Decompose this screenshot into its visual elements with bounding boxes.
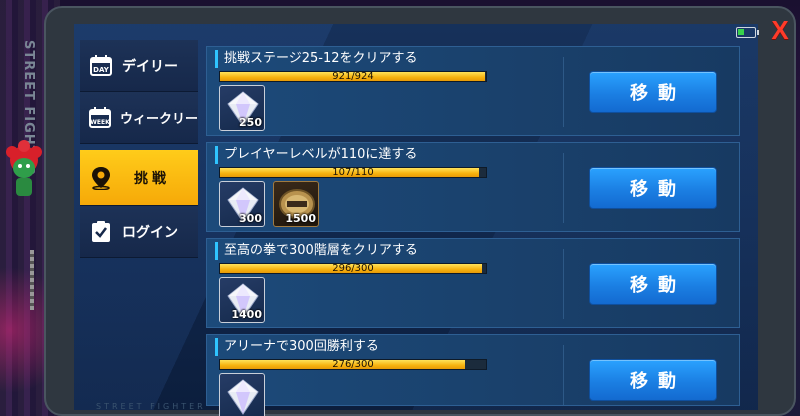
tab-weekly-label: ウィークリー xyxy=(119,112,198,127)
progress-text: 296/300 xyxy=(332,263,374,274)
tab-weekly[interactable]: WEEK ウィークリー xyxy=(80,92,198,144)
reward-battle-ticket[interactable]: 1500 xyxy=(273,181,319,227)
reward-diamond[interactable]: 250 xyxy=(219,85,265,131)
move-button[interactable]: 移動 xyxy=(589,167,717,209)
progress-text: 276/300 xyxy=(332,359,374,370)
row-divider xyxy=(563,345,564,405)
tab-challenge[interactable]: 挑戦 xyxy=(80,150,198,206)
progress-bar: 276/300 xyxy=(219,359,487,370)
mission-row: プレイヤーレベルが110に達する 107/110 300 1500 移動 xyxy=(206,142,740,232)
keychain xyxy=(30,250,34,310)
background-glow xyxy=(0,250,50,410)
tab-login-label: ログイン xyxy=(122,224,178,241)
reward-qty: 300 xyxy=(239,212,262,225)
reward-diamond[interactable]: 300 xyxy=(219,181,265,227)
progress-bar: 921/924 xyxy=(219,71,487,82)
diamond-icon xyxy=(227,379,259,415)
svg-text:WEEK: WEEK xyxy=(90,119,110,126)
reward-qty: 1400 xyxy=(231,308,262,321)
reward-diamond[interactable]: 1400 xyxy=(219,277,265,323)
row-divider xyxy=(563,153,564,223)
mission-title: アリーナで300回勝利する xyxy=(215,338,379,356)
tab-login[interactable]: ログイン xyxy=(80,206,198,258)
footer-brand: STREET FIGHTER xyxy=(96,402,206,411)
progress-bar: 107/110 xyxy=(219,167,487,178)
row-divider xyxy=(563,57,564,127)
mission-title: 挑戦ステージ25-12をクリアする xyxy=(215,50,418,68)
reward-qty: 250 xyxy=(239,116,262,129)
tab-challenge-label: 挑戦 xyxy=(134,170,170,187)
mission-row: アリーナで300回勝利する 276/300 移動 xyxy=(206,334,740,416)
close-button[interactable]: X xyxy=(766,16,794,44)
mission-row: 挑戦ステージ25-12をクリアする 921/924 250 移動 xyxy=(206,46,740,136)
move-button[interactable]: 移動 xyxy=(589,359,717,401)
mission-title: 至高の拳で300階層をクリアする xyxy=(215,242,418,260)
reward-qty: 1500 xyxy=(285,212,316,225)
mission-row: 至高の拳で300階層をクリアする 296/300 1400 移動 xyxy=(206,238,740,328)
svg-text:DAY: DAY xyxy=(93,66,110,74)
mission-title: プレイヤーレベルが110に達する xyxy=(215,146,417,164)
calendar-week-icon: WEEK xyxy=(88,105,112,131)
battery-icon xyxy=(736,27,759,38)
checkbox-icon xyxy=(88,219,114,245)
move-button[interactable]: 移動 xyxy=(589,263,717,305)
mascot-figure xyxy=(6,140,42,196)
progress-text: 107/110 xyxy=(332,167,374,178)
calendar-day-icon: DAY xyxy=(88,53,114,79)
tab-daily-label: デイリー xyxy=(122,58,178,75)
row-divider xyxy=(563,249,564,319)
location-pin-icon xyxy=(88,165,114,191)
move-button[interactable]: 移動 xyxy=(589,71,717,113)
progress-bar: 296/300 xyxy=(219,263,487,274)
reward-diamond[interactable] xyxy=(219,373,265,416)
tab-daily[interactable]: DAY デイリー xyxy=(80,40,198,92)
progress-text: 921/924 xyxy=(332,71,374,82)
